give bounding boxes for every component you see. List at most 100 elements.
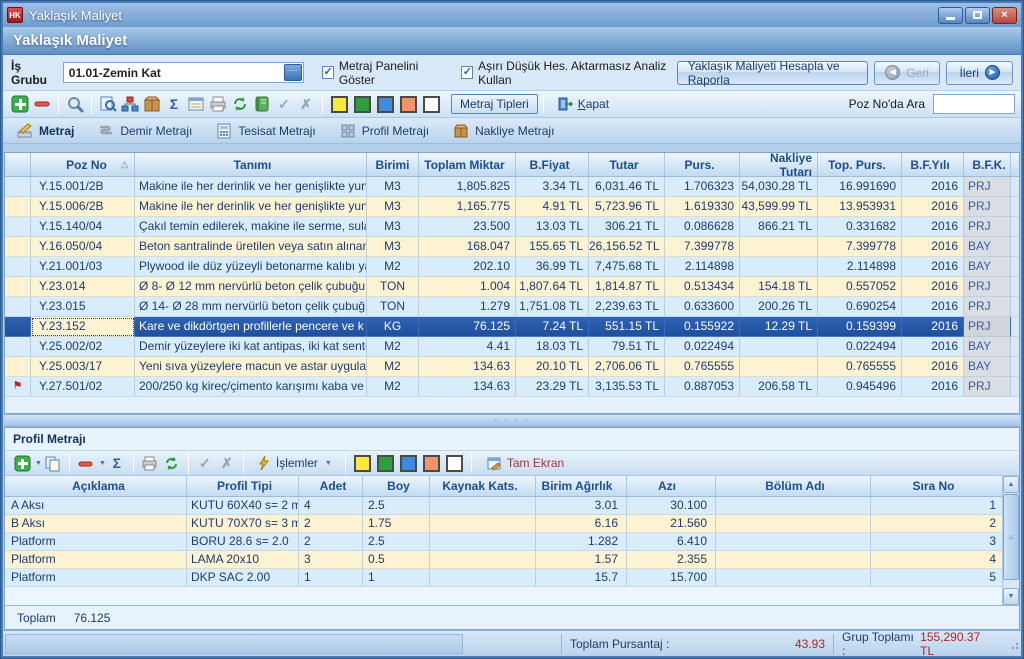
notes-icon[interactable] xyxy=(185,93,207,115)
add-row-icon[interactable] xyxy=(9,93,31,115)
panel-splitter[interactable]: · · · · xyxy=(4,414,1020,427)
print-icon[interactable] xyxy=(207,93,229,115)
top-purs-cell: 16.991690 xyxy=(818,177,902,197)
metraj-tipleri-button[interactable]: Metraj Tipleri xyxy=(451,94,538,114)
resize-grip[interactable] xyxy=(1007,638,1019,650)
col-bfk[interactable]: B.F.K. xyxy=(964,153,1011,176)
hesapla-raporla-button[interactable]: Yaklaşık Maliyeti Hesapla ve Raporla xyxy=(677,61,868,85)
color-white-swatch[interactable] xyxy=(423,96,440,113)
color-yellow-swatch[interactable] xyxy=(354,455,371,472)
nakliye-tutari-cell: 54,030.28 TL xyxy=(740,177,818,197)
add-dropdown-icon[interactable]: ▼ xyxy=(35,460,42,467)
tab-demir-metraji[interactable]: Demir Metrajı xyxy=(98,123,192,139)
col-purs[interactable]: Purs. xyxy=(665,153,740,176)
add-row-icon[interactable] xyxy=(11,452,33,474)
color-orange-swatch[interactable] xyxy=(423,455,440,472)
scroll-up-icon[interactable]: ▲ xyxy=(1003,476,1019,493)
list-item[interactable]: Platform BORU 28.6 s= 2.0 2 2.5 1.282 6.… xyxy=(5,533,1002,551)
color-green-swatch[interactable] xyxy=(377,455,394,472)
col-tutar[interactable]: Tutar xyxy=(589,153,665,176)
islemler-button[interactable]: İşlemler ▼ xyxy=(249,455,340,471)
maximize-button[interactable] xyxy=(965,7,990,24)
cancel-icon[interactable]: ✗ xyxy=(295,93,317,115)
analysis-tree-icon[interactable] xyxy=(119,93,141,115)
col-kaynak-kats[interactable]: Kaynak Kats. xyxy=(430,476,536,496)
cancel-icon[interactable]: ✗ xyxy=(216,452,238,474)
refresh-icon[interactable] xyxy=(161,452,183,474)
remove-row-icon[interactable] xyxy=(75,452,97,474)
list-item[interactable]: B Aksı KUTU 70X70 s= 3 mm 2 1.75 6.16 21… xyxy=(5,515,1002,533)
color-green-swatch[interactable] xyxy=(354,96,371,113)
package-icon[interactable] xyxy=(141,93,163,115)
col-aciklama[interactable]: Açıklama xyxy=(5,476,187,496)
tab-nakliye-metraji[interactable]: Nakliye Metrajı xyxy=(453,123,554,139)
minimize-button[interactable] xyxy=(938,7,963,24)
refresh-icon[interactable] xyxy=(229,93,251,115)
color-white-swatch[interactable] xyxy=(446,455,463,472)
list-item[interactable]: Platform LAMA 20x10 3 0.5 1.57 2.355 4 xyxy=(5,551,1002,569)
tab-tesisat-metraji[interactable]: Tesisat Metrajı xyxy=(216,123,315,139)
table-row[interactable]: ⚑ Y.15.001/2B Makine ile her derinlik ve… xyxy=(5,177,1019,197)
asiri-dusuk-checkbox[interactable]: ✓ Aşırı Düşük Hes. Aktarmasız Analiz Kul… xyxy=(461,59,676,87)
col-bfiyat[interactable]: B.Fiyat xyxy=(516,153,589,176)
ileri-button[interactable]: İleri ► xyxy=(946,61,1013,85)
print-icon[interactable] xyxy=(139,452,161,474)
color-blue-swatch[interactable] xyxy=(377,96,394,113)
table-row[interactable]: ⚑ Y.23.152 Kare ve dikdörtgen profillerl… xyxy=(5,317,1019,337)
tam-ekran-button[interactable]: Tam Ekran xyxy=(487,456,564,471)
tab-profil-metraji[interactable]: Profil Metrajı xyxy=(340,123,429,139)
row-indicator-header[interactable] xyxy=(5,153,31,176)
col-top-purs[interactable]: Top. Purs. xyxy=(818,153,902,176)
col-bf-yili[interactable]: B.F.Yılı xyxy=(902,153,964,176)
col-profil-tipi[interactable]: Profil Tipi xyxy=(187,476,299,496)
tab-metraj[interactable]: Metraj xyxy=(17,123,74,139)
copy-icon[interactable] xyxy=(42,452,64,474)
col-boy[interactable]: Boy xyxy=(363,476,430,496)
confirm-icon[interactable]: ✓ xyxy=(273,93,295,115)
table-row[interactable]: ⚑ Y.25.003/17 Yeni sıva yüzeylere macun … xyxy=(5,357,1019,377)
sum-icon[interactable]: Σ xyxy=(106,452,128,474)
col-sira-no[interactable]: Sıra No xyxy=(871,476,1002,496)
table-row[interactable]: ⚑ Y.15.006/2B Makine ile her derinlik ve… xyxy=(5,197,1019,217)
col-birimi[interactable]: Birimi xyxy=(367,153,419,176)
col-birim-agirlik[interactable]: Birim Ağırlık xyxy=(536,476,627,496)
remove-dropdown-icon[interactable]: ▼ xyxy=(99,460,106,467)
is-grubu-combobox[interactable]: 01.01-Zemin Kat ... xyxy=(63,62,304,83)
list-item[interactable]: A Aksı KUTU 60X40 s= 2 mm 4 2.5 3.01 30.… xyxy=(5,497,1002,515)
poz-search-input[interactable] xyxy=(933,94,1015,114)
geri-button[interactable]: ◄ Geri xyxy=(874,61,941,85)
close-button[interactable]: × xyxy=(992,7,1017,24)
col-nakliye-tutari[interactable]: Nakliye Tutarı xyxy=(740,153,818,176)
list-item[interactable]: Platform DKP SAC 2.00 1 1 15.7 15.700 5 xyxy=(5,569,1002,587)
preview-icon[interactable] xyxy=(97,93,119,115)
bfk-cell: PRJ xyxy=(964,197,1011,217)
search-icon[interactable] xyxy=(64,93,86,115)
table-row[interactable]: ⚑ Y.27.501/02 200/250 kg kireç/çimento k… xyxy=(5,377,1019,397)
table-row[interactable]: ⚑ Y.23.015 Ø 14- Ø 28 mm nervürlü beton … xyxy=(5,297,1019,317)
table-row[interactable]: ⚑ Y.21.001/03 Plywood ile düz yüzeyli be… xyxy=(5,257,1019,277)
detail-scrollbar[interactable]: ▲ ≡ ▼ xyxy=(1002,476,1019,605)
col-tanimi[interactable]: Tanımı xyxy=(135,153,367,176)
col-adet[interactable]: Adet xyxy=(299,476,363,496)
col-toplam-miktar[interactable]: Toplam Miktar xyxy=(419,153,516,176)
remove-row-icon[interactable] xyxy=(31,93,53,115)
color-blue-swatch[interactable] xyxy=(400,455,417,472)
color-orange-swatch[interactable] xyxy=(400,96,417,113)
kapat-button[interactable]: Kapat xyxy=(549,96,617,112)
scroll-down-icon[interactable]: ▼ xyxy=(1003,588,1019,605)
color-yellow-swatch[interactable] xyxy=(331,96,348,113)
table-row[interactable]: ⚑ Y.16.050/04 Beton santralinde üretilen… xyxy=(5,237,1019,257)
is-grubu-browse-icon[interactable]: ... xyxy=(284,64,302,81)
col-bolum-adi[interactable]: Bölüm Adı xyxy=(716,476,871,496)
table-row[interactable]: ⚑ Y.15.140/04 Çakıl temin edilerek, maki… xyxy=(5,217,1019,237)
table-row[interactable]: ⚑ Y.25.002/02 Demir yüzeylere iki kat an… xyxy=(5,337,1019,357)
scrollbar-thumb[interactable]: ≡ xyxy=(1003,494,1019,580)
confirm-icon[interactable]: ✓ xyxy=(194,452,216,474)
col-azi[interactable]: Azı xyxy=(627,476,716,496)
toplam-miktar-cell: 134.63 xyxy=(419,377,516,397)
sum-icon[interactable]: Σ xyxy=(163,93,185,115)
table-row[interactable]: ⚑ Y.23.014 Ø 8- Ø 12 mm nervürlü beton ç… xyxy=(5,277,1019,297)
col-poz-no[interactable]: Poz No△ xyxy=(31,153,135,176)
book-icon[interactable] xyxy=(251,93,273,115)
metraj-panel-checkbox[interactable]: ✓ Metraj Panelini Göster xyxy=(322,59,443,87)
